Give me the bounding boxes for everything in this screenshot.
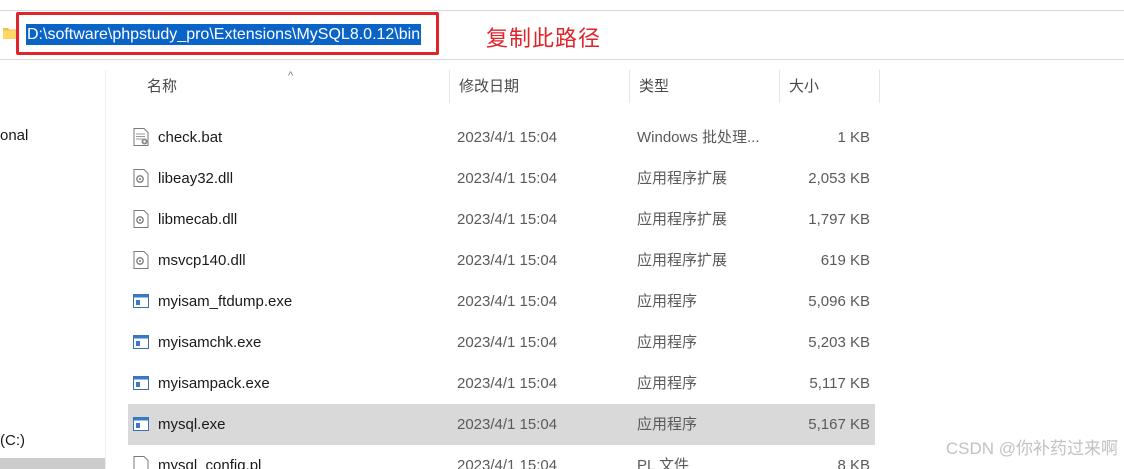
file-date: 2023/4/1 15:04 [457,375,558,392]
file-name: check.bat [158,129,223,146]
file-icon [133,456,149,469]
dll-icon [133,251,149,269]
file-name: mysql_config.pl [158,457,262,469]
file-size: 5,096 KB [808,293,870,310]
file-name: libeay32.dll [158,170,234,187]
file-row[interactable]: check.bat 2023/4/1 15:04 Windows 批处理... … [128,117,875,158]
file-row[interactable]: libmecab.dll 2023/4/1 15:04 应用程序扩展 1,797… [128,199,875,240]
file-list: api-ms-win-crt-utility-l1-1-0.dll 2023/4… [128,103,888,469]
file-date: 2023/4/1 15:04 [457,457,558,469]
exe-icon [133,376,149,390]
file-size: 1,797 KB [808,211,870,228]
file-row[interactable]: myisam_ftdump.exe 2023/4/1 15:04 应用程序 5,… [128,281,875,322]
file-size: 5,203 KB [808,334,870,351]
file-date: 2023/4/1 15:04 [457,129,558,146]
file-date: 2023/4/1 15:04 [457,170,558,187]
file-size: 5,117 KB [809,375,870,392]
file-type: Windows 批处理... [637,129,760,146]
file-date: 2023/4/1 15:04 [457,252,558,269]
file-type: 应用程序扩展 [637,252,728,269]
file-date: 2023/4/1 15:04 [457,293,558,310]
column-header: 名称 ^ 修改日期 类型 大小 [128,70,880,103]
file-row[interactable]: mysql_config.pl 2023/4/1 15:04 PL 文件 8 K… [128,445,875,469]
sidebar-item-selected[interactable] [0,458,105,469]
file-name: myisamchk.exe [158,334,262,351]
file-name: msvcp140.dll [158,252,246,269]
file-size: 2,053 KB [808,170,870,187]
file-type: 应用程序扩展 [637,170,728,187]
batch-file-icon [133,128,149,146]
file-type: PL 文件 [637,457,689,469]
file-size: 8 KB [837,457,870,469]
dll-icon [133,169,149,187]
file-date: 2023/4/1 15:04 [457,211,558,228]
column-date-header[interactable]: 修改日期 [450,70,630,103]
exe-icon [133,294,149,308]
column-size-header[interactable]: 大小 [780,70,880,103]
exe-icon [133,335,149,349]
column-date-label: 修改日期 [459,78,520,95]
address-path-text[interactable]: D:\software\phpstudy_pro\Extensions\MySQ… [26,24,422,45]
file-name: myisampack.exe [158,375,270,392]
file-type: 应用程序扩展 [637,103,727,111]
exe-icon [133,417,149,431]
file-size: 20 KB [829,103,870,111]
file-date: 2023/4/1 15:04 [457,334,558,351]
sidebar-item-personal[interactable]: onal [0,127,28,144]
file-date: 2023/4/1 15:04 [457,103,557,111]
file-row[interactable]: myisamchk.exe 2023/4/1 15:04 应用程序 5,203 … [128,322,875,363]
file-type: 应用程序 [637,334,698,351]
file-row[interactable]: myisampack.exe 2023/4/1 15:04 应用程序 5,117… [128,363,875,404]
csdn-watermark: CSDN @你补药过来啊 [945,439,1118,458]
file-type: 应用程序 [637,375,698,392]
file-type: 应用程序扩展 [637,211,728,228]
address-bar-region: D:\software\phpstudy_pro\Extensions\MySQ… [0,0,1124,70]
file-row[interactable]: api-ms-win-crt-utility-l1-1-0.dll 2023/4… [128,103,875,111]
copy-path-annotation: 复制此路径 [486,26,602,51]
file-type: 应用程序 [637,293,698,310]
file-size: 5,167 KB [808,416,870,433]
column-type-header[interactable]: 类型 [630,70,780,103]
sort-up-icon: ^ [288,70,294,82]
column-size-label: 大小 [789,78,820,95]
file-name: libmecab.dll [158,211,238,228]
dll-icon [133,210,149,228]
file-row-selected[interactable]: mysql.exe 2023/4/1 15:04 应用程序 5,167 KB [128,404,875,445]
file-row[interactable]: libeay32.dll 2023/4/1 15:04 应用程序扩展 2,053… [128,158,875,199]
file-name: api-ms-win-crt-utility-l1-1-0.dll [158,103,354,111]
sidebar-item-c-drive[interactable]: (C:) [0,432,25,449]
file-size: 619 KB [820,252,870,269]
file-name: mysql.exe [158,416,226,433]
file-type: 应用程序 [637,416,698,433]
file-date: 2023/4/1 15:04 [457,416,558,433]
column-name-header[interactable]: 名称 [138,70,450,103]
dll-icon [133,103,149,110]
navigation-pane: onal (C:) [0,70,106,469]
file-row[interactable]: msvcp140.dll 2023/4/1 15:04 应用程序扩展 619 K… [128,240,875,281]
file-name: myisam_ftdump.exe [158,293,293,310]
column-name-label: 名称 [147,78,178,95]
column-type-label: 类型 [639,78,670,95]
file-size: 1 KB [837,129,870,146]
